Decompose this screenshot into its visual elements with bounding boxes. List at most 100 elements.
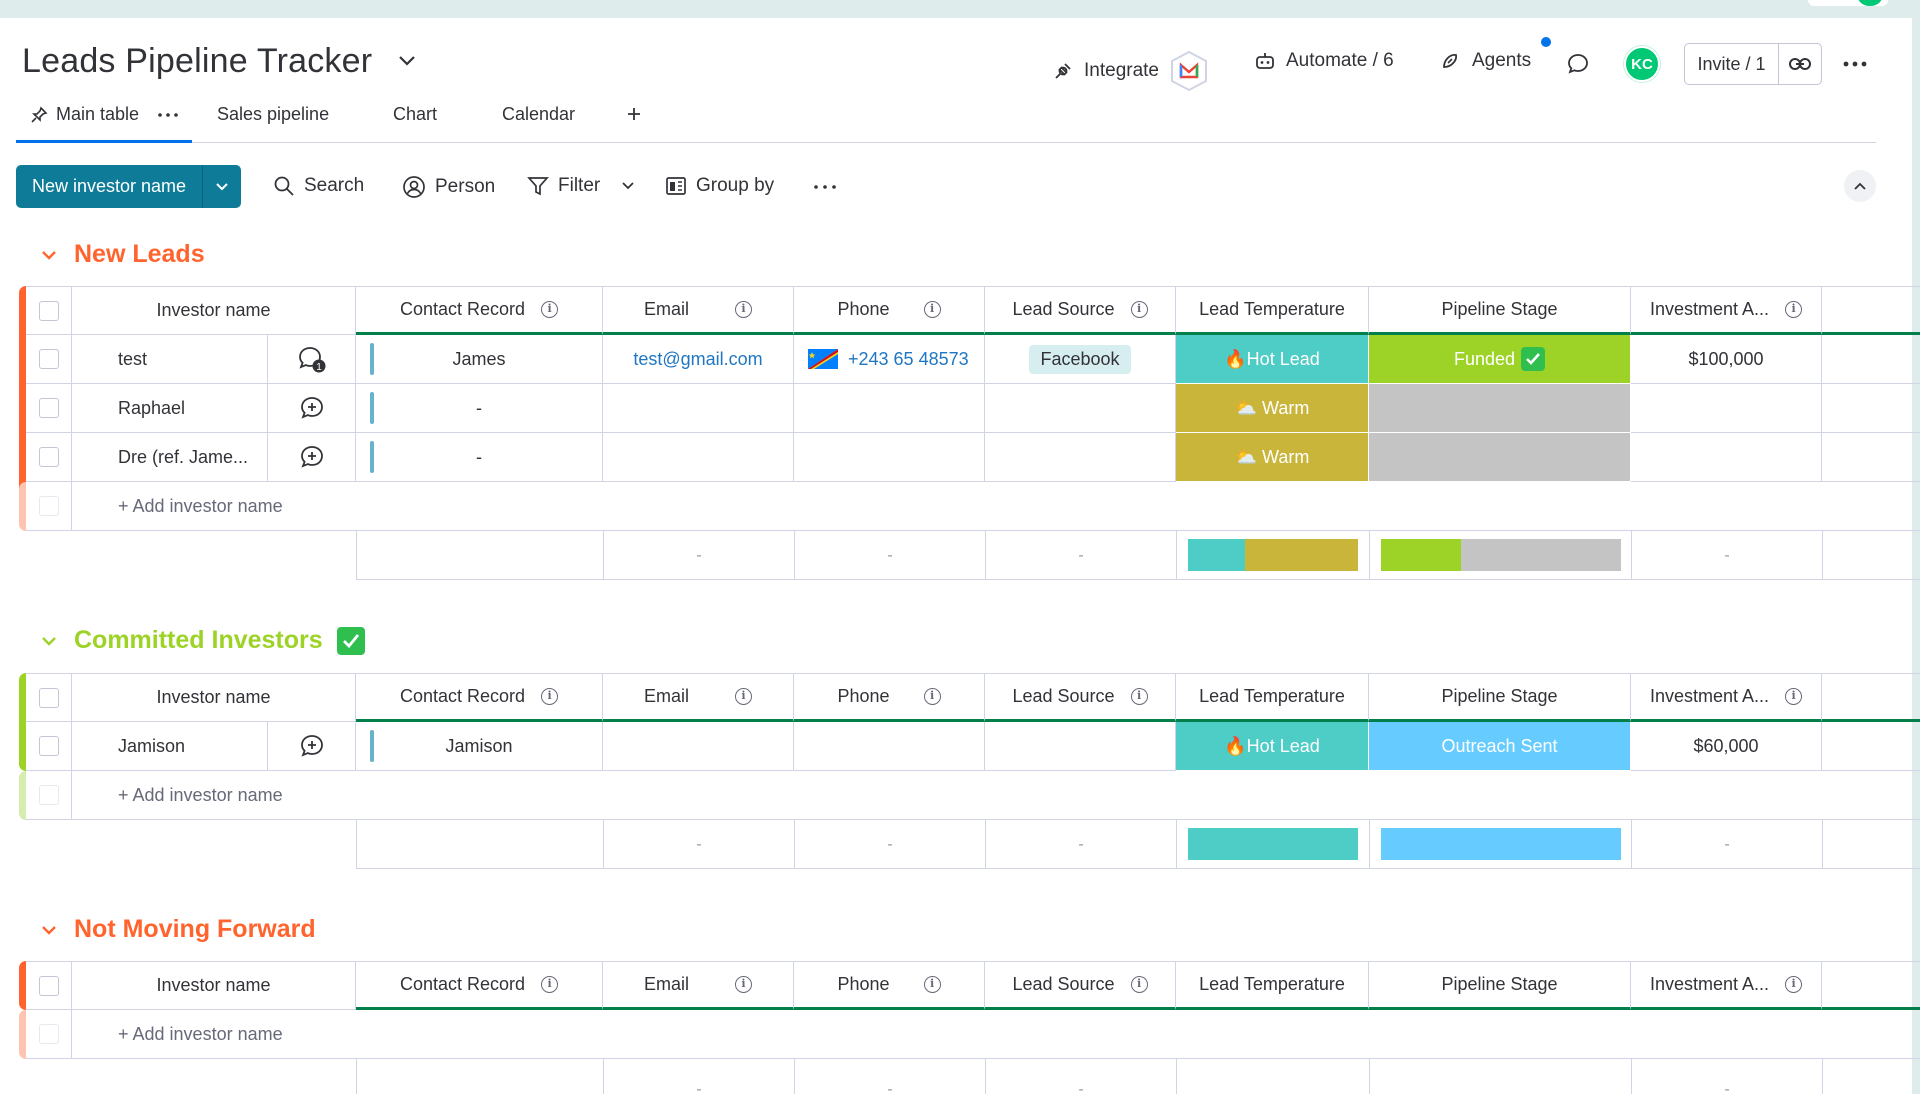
add-update-icon[interactable] xyxy=(299,733,325,759)
tab-sales-pipeline[interactable]: Sales pipeline xyxy=(217,104,329,125)
investor-name-cell[interactable]: test xyxy=(72,335,268,384)
select-all-checkbox[interactable] xyxy=(38,687,59,708)
add-item-input[interactable]: + Add investor name xyxy=(72,482,1920,531)
updates-cell[interactable]: 1 xyxy=(268,335,356,384)
col-lead-temperature[interactable]: Lead Temperature xyxy=(1176,286,1369,335)
info-icon[interactable]: i xyxy=(541,301,559,318)
add-update-icon[interactable] xyxy=(299,395,325,421)
col-email[interactable]: Email i xyxy=(603,673,794,722)
chevron-down-icon[interactable] xyxy=(38,244,60,266)
group-title-new-leads[interactable]: New Leads xyxy=(38,240,205,269)
avatar[interactable]: KC xyxy=(1624,46,1660,82)
col-phone[interactable]: Phone i xyxy=(794,286,985,335)
col-investment-amount[interactable]: Investment A... i xyxy=(1631,961,1822,1010)
info-icon[interactable]: i xyxy=(1785,976,1803,993)
board-title[interactable]: Leads Pipeline Tracker xyxy=(22,42,372,81)
info-icon[interactable]: i xyxy=(735,301,752,318)
col-phone[interactable]: Phone i xyxy=(794,961,985,1010)
chevron-down-icon[interactable] xyxy=(38,919,60,941)
investment-amount-cell[interactable] xyxy=(1631,384,1822,433)
agents-button[interactable]: Agents xyxy=(1440,50,1531,72)
col-email[interactable]: Email i xyxy=(603,286,794,335)
add-item-row[interactable]: + Add investor name xyxy=(0,482,1920,531)
row-checkbox[interactable] xyxy=(38,349,59,369)
automate-button[interactable]: Automate / 6 xyxy=(1254,50,1394,72)
row-checkbox[interactable] xyxy=(38,736,59,756)
select-all-checkbox[interactable] xyxy=(38,975,59,996)
add-item-input[interactable]: + Add investor name xyxy=(72,1010,1920,1059)
add-view-button[interactable] xyxy=(626,106,642,122)
add-update-icon[interactable] xyxy=(299,444,325,470)
tab-menu-icon[interactable] xyxy=(157,111,179,119)
info-icon[interactable]: i xyxy=(1130,688,1148,705)
email-cell[interactable] xyxy=(603,433,794,482)
phone-cell[interactable]: +243 65 48573 xyxy=(794,335,985,384)
row-checkbox[interactable] xyxy=(38,398,59,418)
conversation-icon[interactable]: 1 xyxy=(297,345,327,373)
investor-name-cell[interactable]: Dre (ref. Jame... xyxy=(72,433,268,482)
person-filter-button[interactable]: Person xyxy=(402,175,495,199)
investor-name-cell[interactable]: Jamison xyxy=(72,722,268,771)
col-add[interactable] xyxy=(1822,286,1920,335)
phone-cell[interactable] xyxy=(794,722,985,771)
lead-source-cell[interactable]: Facebook xyxy=(985,335,1176,384)
table-row[interactable]: Raphael - ⛅ Warm xyxy=(0,384,1920,433)
add-item-row[interactable]: + Add investor name xyxy=(0,1010,1920,1059)
phone-cell[interactable] xyxy=(794,384,985,433)
row-select-cell[interactable] xyxy=(26,433,72,482)
email-cell[interactable]: test@gmail.com xyxy=(603,335,794,384)
col-contact-record[interactable]: Contact Record i xyxy=(356,286,603,335)
temperature-summary[interactable] xyxy=(1177,531,1370,580)
collapse-header-button[interactable] xyxy=(1844,170,1876,202)
lead-source-cell[interactable] xyxy=(985,433,1176,482)
info-icon[interactable]: i xyxy=(541,688,559,705)
pipeline-stage-status[interactable]: Funded xyxy=(1369,335,1631,383)
table-row[interactable]: Jamison Jamison 🔥Hot Lead Outreach Sent … xyxy=(0,722,1920,771)
lead-temperature-status[interactable]: ⛅ Warm xyxy=(1176,384,1369,432)
investment-amount-cell[interactable]: $100,000 xyxy=(1631,335,1822,384)
lead-temperature-status[interactable]: ⛅ Warm xyxy=(1176,433,1369,481)
tab-calendar[interactable]: Calendar xyxy=(502,104,575,125)
info-icon[interactable]: i xyxy=(735,688,752,705)
search-button[interactable]: Search xyxy=(273,175,364,197)
contact-record-cell[interactable]: - xyxy=(356,433,603,482)
chevron-down-icon[interactable] xyxy=(38,630,60,652)
investment-amount-cell[interactable]: $60,000 xyxy=(1631,722,1822,771)
copy-link-button[interactable] xyxy=(1779,44,1821,84)
stage-summary[interactable] xyxy=(1370,531,1632,580)
col-pipeline-stage[interactable]: Pipeline Stage xyxy=(1369,961,1631,1010)
lead-source-cell[interactable] xyxy=(985,722,1176,771)
group-title-committed-investors[interactable]: Committed Investors xyxy=(38,626,365,655)
col-phone[interactable]: Phone i xyxy=(794,673,985,722)
col-lead-source[interactable]: Lead Source i xyxy=(985,286,1176,335)
info-icon[interactable]: i xyxy=(541,976,559,993)
col-lead-source[interactable]: Lead Source i xyxy=(985,673,1176,722)
chevron-down-icon[interactable] xyxy=(621,181,635,191)
updates-cell[interactable] xyxy=(268,433,356,482)
email-cell[interactable] xyxy=(603,384,794,433)
select-all-cell[interactable] xyxy=(26,961,72,1010)
col-investment-amount[interactable]: Investment A... i xyxy=(1631,673,1822,722)
table-row[interactable]: test 1 James test@gmail.com +243 65 4857… xyxy=(0,335,1920,384)
add-item-input[interactable]: + Add investor name xyxy=(72,771,1920,820)
new-item-dropdown[interactable] xyxy=(203,165,241,208)
info-icon[interactable]: i xyxy=(923,688,941,705)
select-all-cell[interactable] xyxy=(26,673,72,722)
phone-cell[interactable] xyxy=(794,433,985,482)
lead-temperature-status[interactable]: 🔥Hot Lead xyxy=(1176,335,1369,383)
add-item-row[interactable]: + Add investor name xyxy=(0,771,1920,820)
lead-temperature-status[interactable]: 🔥Hot Lead xyxy=(1176,722,1369,770)
select-all-cell[interactable] xyxy=(26,286,72,335)
col-investor-name[interactable]: Investor name xyxy=(72,286,356,335)
col-lead-temperature[interactable]: Lead Temperature xyxy=(1176,673,1369,722)
row-select-cell[interactable] xyxy=(26,384,72,433)
info-icon[interactable]: i xyxy=(1130,976,1148,993)
investment-amount-cell[interactable] xyxy=(1631,433,1822,482)
temperature-summary[interactable] xyxy=(1177,820,1370,869)
contact-record-cell[interactable]: Jamison xyxy=(356,722,603,771)
contact-record-cell[interactable]: - xyxy=(356,384,603,433)
row-checkbox[interactable] xyxy=(38,447,59,467)
info-icon[interactable]: i xyxy=(1785,688,1803,705)
investor-name-cell[interactable]: Raphael xyxy=(72,384,268,433)
col-email[interactable]: Email i xyxy=(603,961,794,1010)
